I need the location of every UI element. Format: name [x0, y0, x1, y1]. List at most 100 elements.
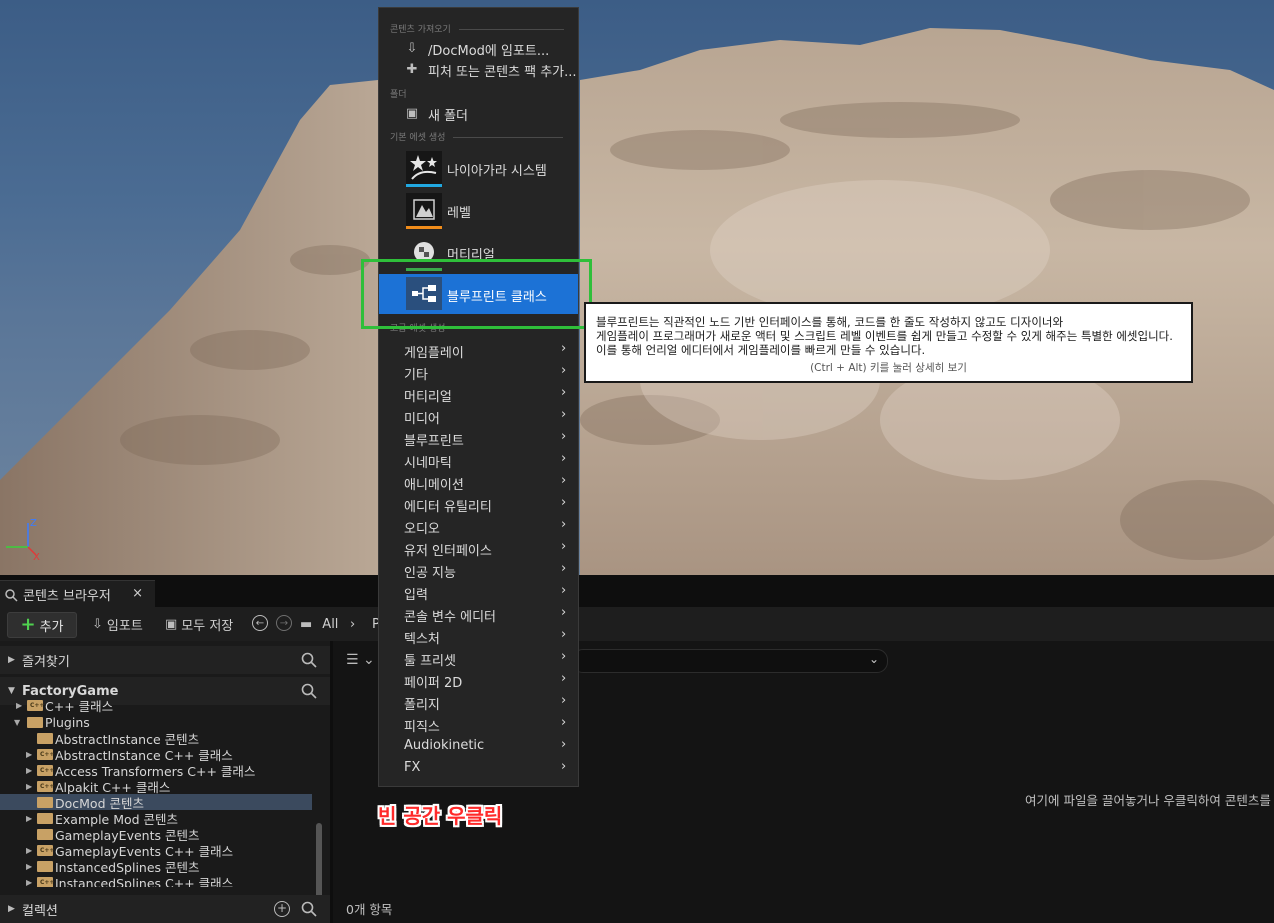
chevron-right-icon: ›: [561, 341, 567, 356]
new-folder-icon: ▣: [405, 106, 419, 121]
search-icon[interactable]: [300, 682, 318, 700]
submenu-label: 피직스: [404, 720, 440, 735]
cpp-folder-icon: [37, 749, 54, 760]
submenu-item[interactable]: 머티리얼 ›: [379, 383, 578, 405]
folder-icon: [37, 813, 53, 824]
collections-label: 컬렉션: [22, 903, 58, 919]
back-icon[interactable]: ←: [252, 615, 268, 631]
search-input[interactable]: ⌄: [572, 649, 888, 673]
collapse-icon: ▼: [8, 686, 15, 696]
niagara-icon: [406, 151, 442, 184]
submenu-item[interactable]: 피직스 ›: [379, 713, 578, 735]
path-all[interactable]: ▬ All: [300, 614, 338, 634]
submenu-label: 에디터 유틸리티: [404, 500, 492, 515]
submenu-item[interactable]: FX ›: [379, 757, 578, 779]
filter-icon[interactable]: ☰ ⌄: [346, 652, 375, 668]
submenu-item[interactable]: 폴리지 ›: [379, 691, 578, 713]
chevron-right-icon: ›: [561, 693, 567, 708]
menu-item-add-feature[interactable]: ✚ 피처 또는 콘텐츠 팩 추가...: [379, 59, 578, 81]
tree-row[interactable]: ▶ Alpakit C++ 클래스: [0, 778, 312, 795]
level-viewport[interactable]: Z X: [0, 0, 1274, 575]
folder-icon: ▬: [300, 616, 313, 632]
chevron-right-icon: ›: [561, 671, 567, 686]
submenu-label: 미디어: [404, 412, 440, 427]
submenu-item[interactable]: 인공 지능 ›: [379, 559, 578, 581]
asset-color-bar: [406, 226, 442, 229]
path-all-label: All: [322, 616, 339, 632]
submenu-item[interactable]: 시네마틱 ›: [379, 449, 578, 471]
tree-row[interactable]: ▶ InstancedSplines C++ 클래스: [0, 874, 312, 887]
chevron-right-icon: ›: [561, 473, 567, 488]
submenu-item[interactable]: 텍스처 ›: [379, 625, 578, 647]
submenu-item[interactable]: Audiokinetic ›: [379, 735, 578, 757]
submenu-label: 텍스처: [404, 632, 440, 647]
chevron-right-icon: ›: [561, 407, 567, 422]
submenu-item[interactable]: 미디어 ›: [379, 405, 578, 427]
submenu-item[interactable]: 애니메이션 ›: [379, 471, 578, 493]
tab-content-browser[interactable]: 콘텐츠 브라우저 ×: [0, 580, 155, 608]
forward-icon[interactable]: →: [276, 615, 292, 631]
content-browser-icon: [5, 588, 18, 602]
chevron-right-icon: ›: [561, 583, 567, 598]
favorites-section[interactable]: ▶ 즐겨찾기: [0, 646, 330, 674]
submenu-item[interactable]: 유저 인터페이스 ›: [379, 537, 578, 559]
chevron-right-icon: ›: [561, 561, 567, 576]
submenu-label: 시네마틱: [404, 456, 452, 471]
empty-hint: 여기에 파일을 끌어놓거나 우클릭하여 콘텐츠를: [1025, 793, 1271, 808]
submenu-item[interactable]: 페이퍼 2D ›: [379, 669, 578, 691]
cpp-folder-icon: [37, 845, 54, 856]
submenu-item[interactable]: 콘솔 변수 에디터 ›: [379, 603, 578, 625]
submenu-label: 폴리지: [404, 698, 440, 713]
submenu-item[interactable]: 블루프린트 ›: [379, 427, 578, 449]
save-all-label: 모두 저장: [181, 618, 234, 634]
submenu-label: 콘솔 변수 에디터: [404, 610, 496, 625]
folder-icon: [37, 733, 53, 744]
folder-open-icon: [27, 717, 43, 728]
import-icon: ⇩: [92, 616, 103, 632]
path-separator-icon: ›: [350, 616, 356, 632]
chevron-right-icon: ›: [561, 517, 567, 532]
favorites-label: 즐겨찾기: [22, 654, 70, 670]
submenu-label: 인공 지능: [404, 566, 456, 581]
chevron-right-icon: ›: [561, 363, 567, 378]
collections-section[interactable]: ▶ 컬렉션 +: [0, 895, 330, 923]
import-button[interactable]: ⇩ 임포트: [92, 614, 143, 634]
tree-row[interactable]: ▶ C++ 클래스: [0, 699, 312, 714]
chevron-right-icon: ›: [561, 715, 567, 730]
submenu-item[interactable]: 입력 ›: [379, 581, 578, 603]
chevron-right-icon: ›: [561, 627, 567, 642]
submenu-item[interactable]: 게임플레이 ›: [379, 339, 578, 361]
folder-icon: [37, 861, 53, 872]
submenu-label: Audiokinetic: [404, 738, 485, 753]
add-collection-icon[interactable]: +: [274, 901, 290, 917]
menu-item-niagara-system[interactable]: 나이아가라 시스템: [379, 148, 578, 188]
cpp-folder-icon: [37, 765, 54, 776]
tree-scrollbar[interactable]: [316, 823, 322, 901]
search-icon[interactable]: [300, 900, 318, 918]
folder-icon: [37, 829, 53, 840]
submenu-item[interactable]: 기타 ›: [379, 361, 578, 383]
close-icon[interactable]: ×: [132, 586, 143, 601]
chevron-down-icon: ⌄: [868, 652, 879, 666]
level-icon: [406, 193, 442, 226]
save-all-button[interactable]: ▣ 모두 저장: [165, 614, 233, 634]
submenu-item[interactable]: 오디오 ›: [379, 515, 578, 537]
search-icon[interactable]: [300, 651, 318, 669]
feature-pack-icon: ✚: [406, 62, 418, 77]
submenu-item[interactable]: 툴 프리셋 ›: [379, 647, 578, 669]
submenu-item[interactable]: 에디터 유틸리티 ›: [379, 493, 578, 515]
cpp-folder-icon: [37, 781, 54, 792]
section-header: 폴더: [390, 90, 407, 100]
plus-icon: +: [20, 614, 36, 635]
submenu-label: 유저 인터페이스: [404, 544, 492, 559]
add-button[interactable]: + 추가: [7, 612, 77, 638]
chevron-right-icon: ›: [561, 429, 567, 444]
submenu-label: 오디오: [404, 522, 440, 537]
menu-item-level[interactable]: 레벨: [379, 190, 578, 230]
item-count: 0개 항목: [346, 902, 393, 917]
expand-icon: ▶: [8, 655, 15, 665]
chevron-right-icon: ›: [561, 737, 567, 752]
menu-item-import[interactable]: ⇩ /DocMod에 임포트...: [379, 38, 578, 60]
menu-item-new-folder[interactable]: ▣ 새 폴더: [379, 103, 578, 125]
tooltip-line: 이를 통해 언리얼 에디터에서 게임플레이를 빠르게 만들 수 있습니다.: [596, 343, 926, 357]
